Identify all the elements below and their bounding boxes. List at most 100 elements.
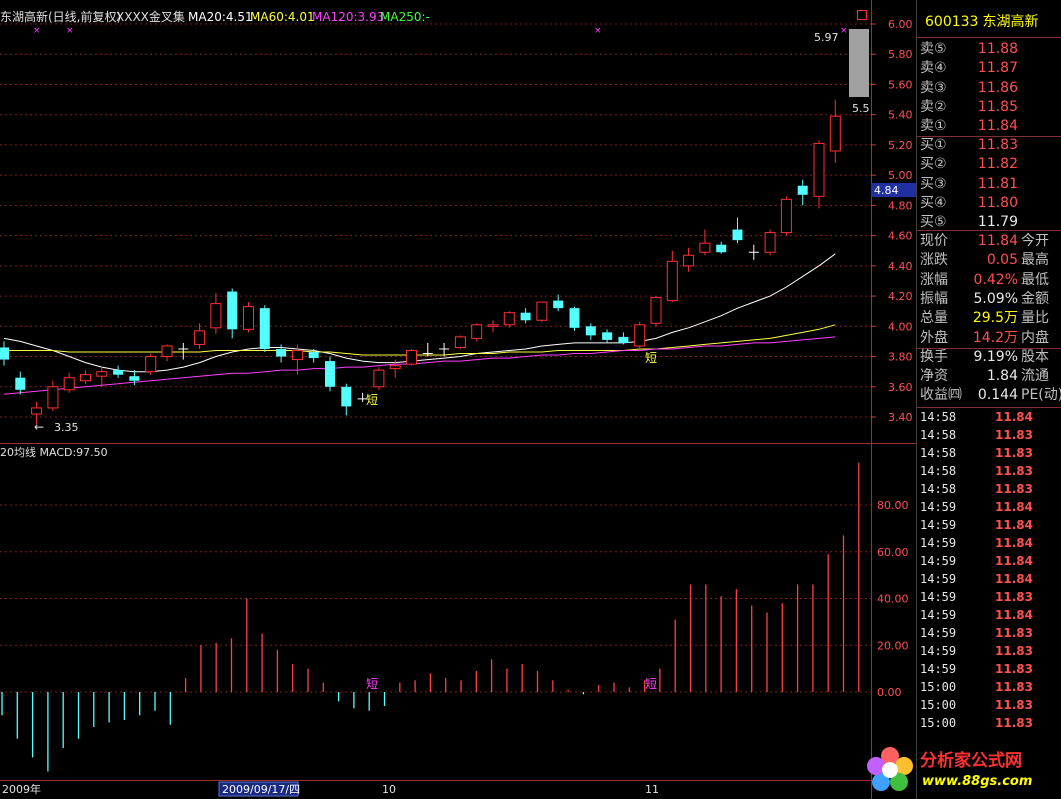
stat-value: 1.84 xyxy=(986,368,1018,385)
candle-body-down xyxy=(325,361,335,387)
ma250-label: MA250:- xyxy=(380,10,430,24)
candle-body-up xyxy=(699,242,711,253)
date-axis-divider xyxy=(0,780,871,781)
stat-value: 11.84 xyxy=(977,233,1018,249)
chart-title: 东湖高新(日线,前复权) xyxy=(0,9,121,24)
candles xyxy=(0,99,841,425)
candle-body-up xyxy=(96,371,108,377)
tick-row: 15:00 11.83 xyxy=(917,696,1061,714)
sell-level-row[interactable]: 卖④ 11.87 xyxy=(917,59,1061,78)
stat-label-right: PE(动) xyxy=(1021,387,1061,404)
window-close-box[interactable] xyxy=(857,10,867,20)
sell-level-row[interactable]: 卖⑤ 11.88 xyxy=(917,40,1061,59)
candle-body-up xyxy=(813,142,825,197)
candle-body-up xyxy=(503,312,515,326)
tick-price: 11.84 xyxy=(995,608,1033,622)
buy-level-row[interactable]: 买① 11.83 xyxy=(917,136,1061,155)
candle-body-up xyxy=(31,407,43,415)
macd-axis-label: 0.00 xyxy=(877,686,902,699)
sell-level-price: 11.85 xyxy=(977,98,1018,115)
max-price-label-right: 5.5 xyxy=(852,102,870,115)
tick-price: 11.83 xyxy=(995,428,1033,442)
stat-value: 29.5万 xyxy=(972,310,1018,327)
ma120-line xyxy=(3,336,836,395)
sell-level-row[interactable]: 卖① 11.84 xyxy=(917,117,1061,136)
price-axis-label: 3.40 xyxy=(888,411,913,424)
tick-row: 14:59 11.83 xyxy=(917,660,1061,678)
date-cursor-label: 2009/09/17/四 xyxy=(222,783,300,796)
tick-price: 11.84 xyxy=(995,410,1033,424)
panel-divider xyxy=(0,443,916,444)
candle-body-up xyxy=(471,324,483,339)
tick-time: 14:59 xyxy=(920,536,957,550)
tick-row: 14:59 11.84 xyxy=(917,498,1061,516)
tick-time: 14:58 xyxy=(920,482,957,496)
quote-stat-row: 涨幅 0.42% 最低 xyxy=(917,271,1061,290)
stat-label: 涨跌 xyxy=(920,252,948,269)
signal-x-mark: × xyxy=(33,26,41,36)
candle-body-down xyxy=(113,370,124,375)
current-price-value: 4.84 xyxy=(874,184,899,197)
buy-level-row[interactable]: 买② 11.82 xyxy=(917,155,1061,174)
tick-row: 14:59 11.84 xyxy=(917,570,1061,588)
candle-body-up xyxy=(373,369,385,388)
stat-label-right: 最低 xyxy=(1021,271,1049,288)
quote-stat-row: 收益㈣ 0.144 PE(动) xyxy=(917,386,1061,405)
candle-body-down xyxy=(276,348,287,357)
quote-stat-row: 净资 1.84 流通 xyxy=(917,367,1061,386)
tick-row: 14:58 11.83 xyxy=(917,426,1061,444)
stock-name: 东湖高新 xyxy=(982,14,1039,30)
quote-panel: 600133 东湖高新 卖⑤ 11.88 卖④ 11.87 卖③ 11.86 卖② 11.85 卖… xyxy=(916,0,1061,799)
quote-stat-row: 涨跌 0.05 最高 xyxy=(917,251,1061,270)
tick-price: 11.83 xyxy=(995,662,1033,676)
macd-header: 20均线 MACD:97.50 xyxy=(0,445,108,459)
signal-x-mark: × xyxy=(840,26,848,36)
sell-level-price: 11.88 xyxy=(977,41,1018,57)
stock-header: 600133 东湖高新 xyxy=(917,11,1061,33)
tick-price: 11.83 xyxy=(995,464,1033,478)
stat-label: 外盘 xyxy=(920,329,948,346)
ma20-label: MA20:4.51 xyxy=(188,10,253,24)
tick-row: 14:59 11.83 xyxy=(917,642,1061,660)
date-year-label: 2009年 xyxy=(2,782,41,796)
tick-row: 15:00 11.83 xyxy=(917,714,1061,732)
tick-row: 14:59 11.83 xyxy=(917,624,1061,642)
tick-price: 11.83 xyxy=(995,698,1033,712)
tick-time: 14:59 xyxy=(920,608,957,622)
buy-level-price: 11.83 xyxy=(977,137,1018,153)
stat-value: 14.2万 xyxy=(972,329,1018,346)
kline-chart[interactable]: 6.00 5.80 5.60 5.40 5.20 5.00 4.80 4.60 4.40 4.20… xyxy=(0,0,916,799)
tick-row: 14:58 11.83 xyxy=(917,462,1061,480)
sell-level-row[interactable]: 卖② 11.85 xyxy=(917,98,1061,117)
ma120-label: MA120:3.93 xyxy=(312,10,384,24)
stat-label-right: 量比 xyxy=(1021,310,1049,327)
macd-short-signal: 短 xyxy=(645,677,657,691)
ma20-line xyxy=(3,253,836,373)
price-axis-label: 6.00 xyxy=(888,18,913,31)
price-axis-label: 5.00 xyxy=(888,169,913,182)
stat-value: 0.42% xyxy=(973,271,1018,288)
tick-row: 14:58 11.84 xyxy=(917,408,1061,426)
tick-price: 11.84 xyxy=(995,554,1033,568)
tick-time: 14:59 xyxy=(920,662,957,676)
sell-level-row[interactable]: 卖③ 11.86 xyxy=(917,79,1061,98)
grid xyxy=(0,23,871,693)
buy-level-price: 11.82 xyxy=(977,156,1018,173)
tick-price: 11.83 xyxy=(995,680,1033,694)
price-axis: 6.00 5.80 5.60 5.40 5.20 5.00 4.80 4.60 4.40 4.20… xyxy=(871,18,913,424)
tick-row: 14:58 11.83 xyxy=(917,480,1061,498)
stat-label-right: 最高 xyxy=(1021,252,1049,269)
tick-time: 14:59 xyxy=(920,518,957,532)
site-logo: 分析家公式网 www.88gs.com xyxy=(862,740,1061,799)
buy-level-label: 买④ xyxy=(920,194,947,211)
macd-short-signal: 短 xyxy=(366,677,378,691)
stat-value: 9.19% xyxy=(973,348,1018,365)
price-axis-label: 4.00 xyxy=(888,320,913,333)
buy-level-row[interactable]: 买③ 11.81 xyxy=(917,175,1061,194)
buy-level-row[interactable]: 买④ 11.80 xyxy=(917,194,1061,213)
sell-level-label: 卖② xyxy=(920,98,947,115)
candle-body-down xyxy=(520,312,531,321)
tick-time: 14:59 xyxy=(920,572,957,586)
tick-price: 11.83 xyxy=(995,482,1033,496)
tick-price: 11.83 xyxy=(995,590,1033,604)
